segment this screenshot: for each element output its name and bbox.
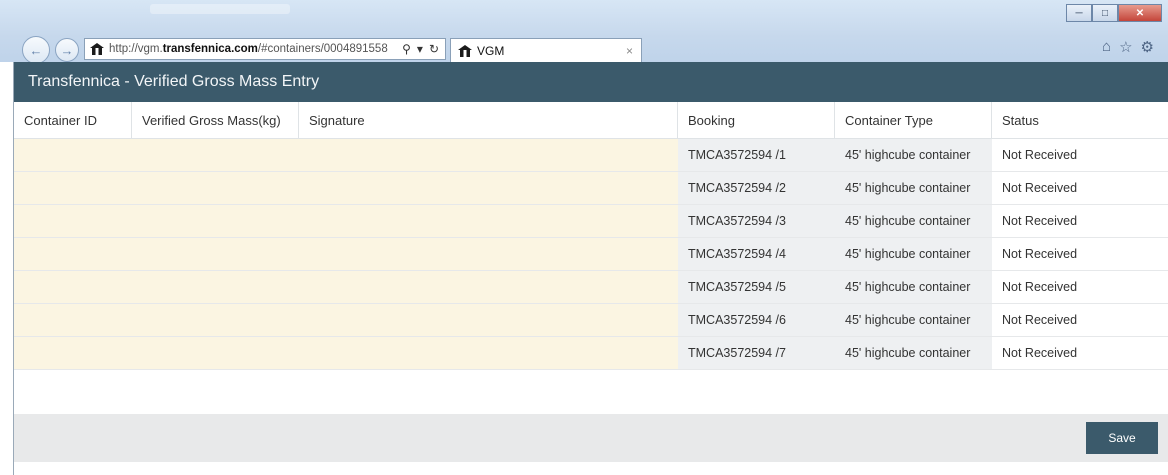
booking-cell: TMCA3572594 /4 [678,238,835,270]
signature-input[interactable] [299,271,678,303]
settings-gear-icon[interactable]: ⚙ [1141,38,1154,56]
signature-input[interactable] [299,238,678,270]
booking-cell: TMCA3572594 /6 [678,304,835,336]
verified-gross-mass-input[interactable] [132,337,299,369]
signature-input[interactable] [299,337,678,369]
container-id-input[interactable] [14,139,132,171]
status-cell: Not Received [992,271,1168,303]
booking-cell: TMCA3572594 /7 [678,337,835,369]
booking-cell: TMCA3572594 /2 [678,172,835,204]
url-text: http://vgm.transfennica.com/#containers/… [109,43,388,55]
verified-gross-mass-input[interactable] [132,304,299,336]
container-id-input[interactable] [14,205,132,237]
editable-cells [14,172,678,204]
background-tab [150,4,290,14]
editable-cells [14,205,678,237]
table-row: TMCA3572594 /5 45' highcube container No… [14,271,1168,304]
app-container: Transfennica - Verified Gross Mass Entry… [14,62,1168,475]
container-id-input[interactable] [14,304,132,336]
tab-title: VGM [477,43,505,58]
booking-cell: TMCA3572594 /1 [678,139,835,171]
signature-input[interactable] [299,304,678,336]
booking-cell: TMCA3572594 /5 [678,271,835,303]
refresh-icon[interactable]: ↻ [429,42,439,56]
container-type-cell: 45' highcube container [835,304,992,336]
container-id-input[interactable] [14,238,132,270]
verified-gross-mass-input[interactable] [132,139,299,171]
column-header-status[interactable]: Status [992,102,1168,138]
table-row: TMCA3572594 /2 45' highcube container No… [14,172,1168,205]
home-icon[interactable]: ⌂ [1102,38,1111,56]
table-row: TMCA3572594 /7 45' highcube container No… [14,337,1168,370]
close-tab-icon[interactable]: × [626,44,633,58]
column-header-verified-gross-mass[interactable]: Verified Gross Mass(kg) [132,102,299,138]
signature-input[interactable] [299,205,678,237]
booking-cell: TMCA3572594 /3 [678,205,835,237]
container-type-cell: 45' highcube container [835,238,992,270]
forward-icon[interactable]: → [55,38,79,62]
table-header: Container ID Verified Gross Mass(kg) Sig… [14,102,1168,139]
status-cell: Not Received [992,304,1168,336]
status-cell: Not Received [992,172,1168,204]
footer-bar: Save [14,414,1168,462]
table-row: TMCA3572594 /3 45' highcube container No… [14,205,1168,238]
minimize-icon[interactable]: ─ [1066,4,1092,22]
status-cell: Not Received [992,238,1168,270]
signature-input[interactable] [299,172,678,204]
editable-cells [14,271,678,303]
site-icon [90,43,104,55]
table-row: TMCA3572594 /6 45' highcube container No… [14,304,1168,337]
dropdown-icon[interactable]: ▾ [417,42,423,56]
signature-input[interactable] [299,139,678,171]
editable-cells [14,337,678,369]
site-icon [458,44,472,57]
container-type-cell: 45' highcube container [835,337,992,369]
verified-gross-mass-input[interactable] [132,172,299,204]
column-header-signature[interactable]: Signature [299,102,678,138]
browser-toolbar-icons: ⌂ ☆ ⚙ [1102,38,1154,56]
page-title: Transfennica - Verified Gross Mass Entry [14,62,1168,102]
browser-chrome: ← → http://vgm.transfennica.com/#contain… [0,0,1168,64]
verified-gross-mass-input[interactable] [132,238,299,270]
favorites-star-icon[interactable]: ☆ [1119,38,1132,56]
container-type-cell: 45' highcube container [835,139,992,171]
container-id-input[interactable] [14,271,132,303]
column-header-container-id[interactable]: Container ID [14,102,132,138]
editable-cells [14,304,678,336]
editable-cells [14,139,678,171]
table-body: TMCA3572594 /1 45' highcube container No… [14,139,1168,370]
container-type-cell: 45' highcube container [835,271,992,303]
container-id-input[interactable] [14,337,132,369]
container-type-cell: 45' highcube container [835,172,992,204]
tab-vgm[interactable]: VGM × [450,38,642,62]
close-icon[interactable]: ✕ [1118,4,1162,22]
table-row: TMCA3572594 /4 45' highcube container No… [14,238,1168,271]
status-cell: Not Received [992,205,1168,237]
container-type-cell: 45' highcube container [835,205,992,237]
status-cell: Not Received [992,337,1168,369]
search-icon[interactable]: ⚲ [402,42,411,56]
save-button[interactable]: Save [1086,422,1158,454]
window-left-edge [0,62,14,475]
editable-cells [14,238,678,270]
container-id-input[interactable] [14,172,132,204]
address-bar[interactable]: http://vgm.transfennica.com/#containers/… [84,38,446,60]
column-header-booking[interactable]: Booking [678,102,835,138]
column-header-container-type[interactable]: Container Type [835,102,992,138]
table-row: TMCA3572594 /1 45' highcube container No… [14,139,1168,172]
verified-gross-mass-input[interactable] [132,271,299,303]
status-cell: Not Received [992,139,1168,171]
back-icon[interactable]: ← [22,36,50,64]
verified-gross-mass-input[interactable] [132,205,299,237]
window-controls: ─ □ ✕ [1066,4,1162,22]
maximize-icon[interactable]: □ [1092,4,1118,22]
